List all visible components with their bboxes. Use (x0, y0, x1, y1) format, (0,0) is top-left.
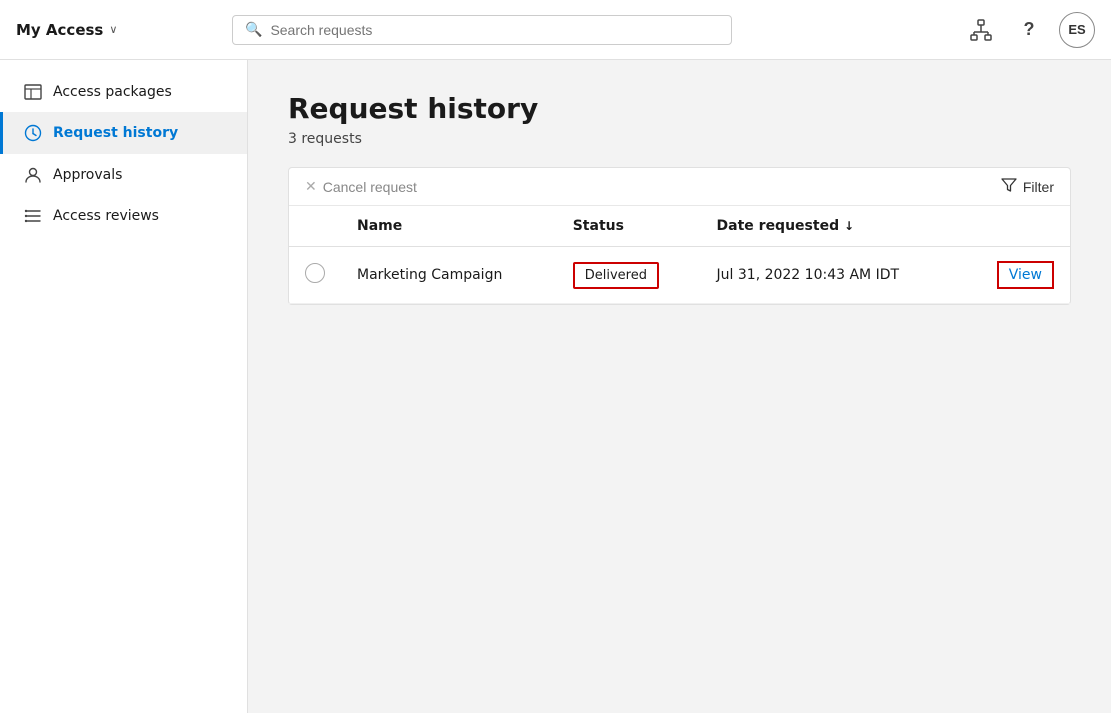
sidebar-item-label: Access reviews (53, 208, 159, 224)
sidebar-item-label: Access packages (53, 84, 172, 100)
row-status-cell: Delivered (557, 247, 701, 304)
table-icon (23, 84, 43, 100)
header-icons: ? ES (963, 12, 1095, 48)
view-link[interactable]: View (997, 261, 1054, 289)
network-icon (970, 19, 992, 41)
table-row: Marketing Campaign Delivered Jul 31, 202… (289, 247, 1070, 304)
page-subtitle: 3 requests (288, 131, 1071, 147)
col-actions (961, 206, 1070, 247)
clock-icon (23, 124, 43, 142)
status-badge: Delivered (573, 262, 659, 289)
sidebar: Access packages Request history Appro (0, 60, 248, 713)
table-header-row: Name Status Date requested ↓ (289, 206, 1070, 247)
cancel-request-button[interactable]: ✕ Cancel request (305, 178, 417, 195)
row-name-cell: Marketing Campaign (341, 247, 557, 304)
col-date-requested[interactable]: Date requested ↓ (701, 206, 962, 247)
main-layout: Access packages Request history Appro (0, 60, 1111, 713)
table-toolbar: ✕ Cancel request Filter (289, 168, 1070, 206)
x-icon: ✕ (305, 178, 317, 195)
sidebar-item-label: Request history (53, 125, 178, 141)
app-header: My Access ∨ 🔍 ? ES (0, 0, 1111, 60)
sort-desc-icon: ↓ (844, 219, 854, 233)
page-title: Request history (288, 92, 1071, 125)
requests-table-card: ✕ Cancel request Filter (288, 167, 1071, 305)
person-icon (23, 166, 43, 184)
row-date: Jul 31, 2022 10:43 AM IDT (717, 267, 900, 283)
row-name: Marketing Campaign (357, 267, 502, 283)
col-status: Status (557, 206, 701, 247)
sidebar-item-approvals[interactable]: Approvals (0, 154, 247, 196)
chevron-down-icon: ∨ (109, 23, 117, 36)
sidebar-item-access-packages[interactable]: Access packages (0, 72, 247, 112)
filter-label: Filter (1023, 179, 1054, 195)
avatar-initials: ES (1068, 22, 1085, 37)
help-icon: ? (1024, 19, 1035, 40)
brand-title: My Access (16, 21, 103, 39)
search-bar: 🔍 (232, 15, 732, 45)
col-name: Name (341, 206, 557, 247)
sidebar-item-access-reviews[interactable]: Access reviews (0, 196, 247, 236)
sidebar-item-label: Approvals (53, 167, 122, 183)
help-button[interactable]: ? (1011, 12, 1047, 48)
filter-button[interactable]: Filter (1001, 178, 1054, 195)
cancel-request-label: Cancel request (323, 179, 417, 195)
search-input[interactable] (270, 22, 719, 38)
brand-button[interactable]: My Access ∨ (16, 21, 216, 39)
list-icon (23, 208, 43, 224)
search-icon: 🔍 (245, 22, 262, 38)
row-radio[interactable] (305, 263, 325, 283)
col-select (289, 206, 341, 247)
main-content: Request history 3 requests ✕ Cancel requ… (248, 60, 1111, 713)
row-date-cell: Jul 31, 2022 10:43 AM IDT (701, 247, 962, 304)
requests-table: Name Status Date requested ↓ (289, 206, 1070, 304)
avatar-button[interactable]: ES (1059, 12, 1095, 48)
row-select-cell[interactable] (289, 247, 341, 304)
sidebar-item-request-history[interactable]: Request history (0, 112, 247, 154)
filter-icon (1001, 178, 1017, 195)
network-icon-button[interactable] (963, 12, 999, 48)
row-action-cell: View (961, 247, 1070, 304)
